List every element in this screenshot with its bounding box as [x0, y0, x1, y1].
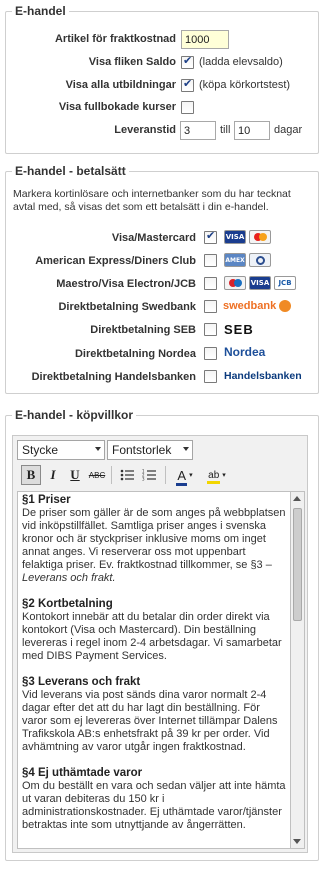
highlight-letters: ab [208, 469, 220, 481]
italic-button[interactable]: I [43, 465, 63, 485]
editor-content-area[interactable]: §1 Priser De priser som gäller är de som… [17, 491, 291, 849]
method-checkbox-swedbank[interactable] [204, 300, 217, 313]
ehandel-section: E-handel Artikel för fraktkostnad Visa f… [5, 4, 319, 154]
method-checkbox-handelsbanken[interactable] [204, 370, 217, 383]
visa-logo: VISA [224, 230, 246, 244]
svg-text:3: 3 [142, 477, 145, 482]
fraktkostnad-input[interactable] [181, 30, 229, 49]
seb-logo: SEB [224, 321, 254, 337]
section-heading: §2 Kortbetalning [22, 598, 113, 610]
leveranstid-from-input[interactable] [180, 121, 216, 140]
method-label-seb: Direktbetalning SEB [90, 324, 196, 336]
bullet-list-icon[interactable] [117, 465, 137, 485]
scroll-up-icon[interactable] [293, 496, 301, 501]
font-size-select[interactable]: Fontstorlek [107, 440, 193, 460]
dagar-label: dagar [274, 124, 303, 136]
jcb-logo: JCB [274, 276, 296, 290]
method-checkbox-maestro-electron-jcb[interactable] [204, 277, 217, 290]
amex-logo: AMEX [224, 253, 246, 267]
saldo-checkbox[interactable] [181, 54, 194, 69]
font-color-icon: A [176, 467, 188, 486]
utbildningar-label: Visa alla utbildningar [65, 79, 176, 91]
section-body-text: De priser som gäller är de som anges på … [22, 507, 286, 571]
highlight-icon: ab [207, 469, 221, 484]
betalsatt-description: Markera kortinlösare och internetbanker … [13, 188, 291, 213]
method-checkbox-amex-diners[interactable] [204, 254, 217, 267]
bold-button[interactable]: B [21, 465, 41, 485]
section-heading: §1 Priser [22, 494, 71, 506]
fraktkostnad-label: Artikel för fraktkostnad [54, 33, 176, 45]
highlight-color-button[interactable]: ab ▾ [203, 465, 231, 485]
method-label-swedbank: Direktbetalning Swedbank [58, 301, 196, 313]
method-label-visa-mastercard: Visa/Mastercard [111, 232, 196, 244]
mastercard-logo [249, 230, 271, 244]
toolbar-separator [165, 466, 166, 484]
section-heading: §3 Leverans och frakt [22, 676, 141, 688]
method-label-nordea: Direktbetalning Nordea [74, 348, 196, 360]
paragraph-style-value: Stycke [22, 443, 59, 457]
section-body: Om du beställt en vara och sedan väljer … [22, 780, 286, 831]
section-body: Vid leverans via post sänds dina varor n… [22, 689, 278, 753]
font-color-button[interactable]: A ▾ [171, 465, 199, 486]
nordea-logo: Nordea [224, 345, 266, 359]
section-body: Kontokort innebär att du betalar din ord… [22, 611, 282, 662]
method-checkbox-visa-mastercard[interactable] [204, 229, 217, 244]
method-label-handelsbanken: Direktbetalning Handelsbanken [31, 371, 196, 383]
section-heading: §4 Ej uthämtade varor [22, 767, 143, 779]
strikethrough-button[interactable]: ABC [87, 465, 107, 485]
font-color-letter: A [177, 467, 187, 483]
section-legend: E-handel [12, 4, 69, 18]
fullbokade-checkbox[interactable] [181, 101, 194, 114]
rich-text-editor: Stycke Fontstorlek B I U ABC 123 A ▾ ab … [12, 435, 308, 853]
utbildningar-note: (köpa körkortstest) [199, 79, 291, 91]
swedbank-logo: swedbank [223, 298, 299, 314]
section-legend: E-handel - betalsätt [12, 164, 129, 178]
method-checkbox-seb[interactable] [204, 323, 217, 336]
leveranstid-to-input[interactable] [234, 121, 270, 140]
font-size-value: Fontstorlek [112, 443, 172, 457]
section-body: De priser som gäller är de som anges på … [22, 507, 286, 585]
section-body-italic: Leverans och frakt. [22, 572, 116, 584]
till-label: till [220, 124, 231, 136]
paragraph-style-select[interactable]: Stycke [17, 440, 105, 460]
fullbokade-label: Visa fullbokade kurser [58, 101, 176, 113]
editor-scrollbar[interactable] [291, 491, 305, 849]
method-checkbox-nordea[interactable] [204, 347, 217, 360]
underline-button[interactable]: U [65, 465, 85, 485]
utbildningar-checkbox[interactable] [181, 77, 194, 92]
maestro-logo [224, 276, 246, 290]
scroll-down-icon[interactable] [293, 839, 301, 844]
section-legend: E-handel - köpvillkor [12, 408, 137, 422]
betalsatt-section: E-handel - betalsätt Markera kortinlösar… [5, 164, 319, 394]
toolbar-separator [111, 466, 112, 484]
leveranstid-label: Leveranstid [114, 124, 176, 136]
saldo-label: Visa fliken Saldo [88, 56, 176, 68]
diners-club-logo [249, 253, 271, 267]
numbered-list-icon[interactable]: 123 [139, 465, 159, 485]
method-label-maestro-electron-jcb: Maestro/Visa Electron/JCB [56, 278, 196, 290]
saldo-note: (ladda elevsaldo) [199, 56, 283, 68]
handelsbanken-logo: Handelsbanken [224, 370, 302, 382]
visa-electron-logo: VISA [249, 276, 271, 290]
method-label-amex-diners: American Express/Diners Club [35, 255, 196, 267]
scroll-thumb[interactable] [293, 508, 302, 621]
swedbank-logo-text: swedbank [223, 300, 277, 312]
